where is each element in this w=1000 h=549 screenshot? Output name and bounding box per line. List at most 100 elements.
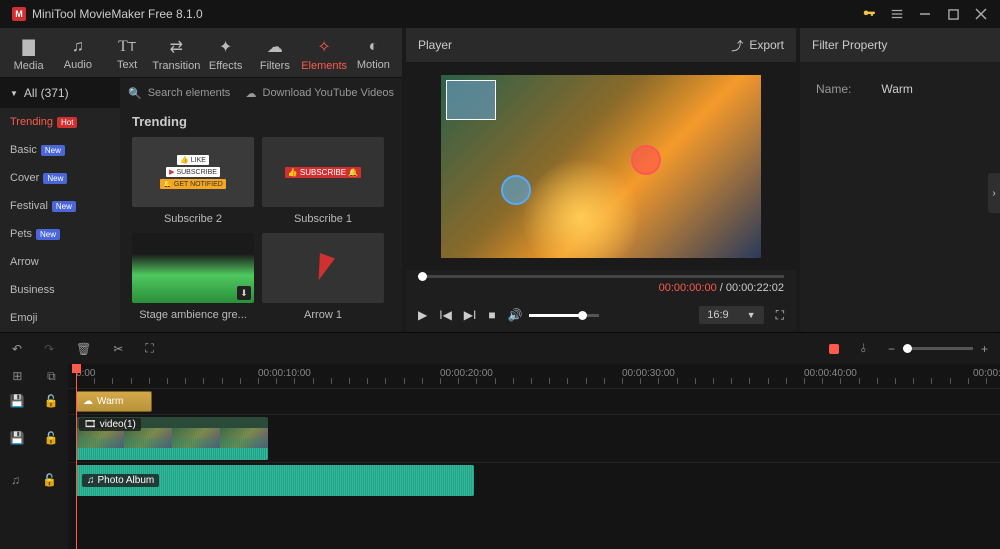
- cat-trending[interactable]: TrendingHot: [0, 108, 120, 136]
- element-thumb: ⬇: [132, 233, 254, 303]
- video-track[interactable]: 🎞video(1): [68, 414, 1000, 462]
- next-frame-icon[interactable]: ▶I: [464, 308, 477, 322]
- clip-filter[interactable]: ☁Warm: [76, 391, 152, 412]
- minimize-icon[interactable]: [918, 7, 932, 21]
- ribbon-effects[interactable]: ✦Effects: [201, 32, 250, 77]
- fullscreen-icon[interactable]: ⛶: [776, 308, 784, 323]
- seek-bar[interactable]: [406, 270, 796, 282]
- text-icon: TT: [118, 38, 136, 56]
- clip-audio[interactable]: ♫Photo Album: [76, 465, 474, 496]
- ribbon-media[interactable]: ▇Media: [4, 32, 53, 77]
- star-icon: ✧: [317, 37, 330, 57]
- arrow-icon: [311, 253, 335, 283]
- player-panel: Player ⤴Export 00:00:00:00 / 00:00:22:02…: [406, 28, 796, 332]
- volume-slider[interactable]: [529, 314, 599, 317]
- play-icon[interactable]: ▶: [418, 308, 427, 322]
- ribbon-motion[interactable]: ◐Motion: [349, 32, 398, 77]
- aspect-select[interactable]: 16:9▼: [699, 306, 763, 324]
- save-icon[interactable]: 💾: [10, 431, 25, 445]
- magnet-icon[interactable]: ⫰: [861, 341, 866, 356]
- download-icon[interactable]: ⬇: [237, 286, 251, 300]
- ribbon-audio[interactable]: ♫Audio: [53, 32, 102, 77]
- folder-icon: ▇: [22, 37, 34, 57]
- element-thumb: 👍LIKE ▶SUBSCRIBE 🔔GET NOTIFIED: [132, 137, 254, 207]
- search-icon: 🔍: [128, 87, 142, 100]
- filter-name-value: Warm: [881, 82, 913, 96]
- cat-cover[interactable]: CoverNew: [0, 164, 120, 192]
- cat-emoji[interactable]: Emoji: [0, 304, 120, 332]
- audio-track[interactable]: ♫Photo Album: [68, 462, 1000, 498]
- ribbon-transition[interactable]: ⇄Transition: [152, 32, 201, 77]
- cloud-download-icon: ☁: [246, 87, 257, 100]
- maximize-icon[interactable]: [946, 7, 960, 21]
- lock-icon[interactable]: 🔓: [44, 431, 59, 445]
- music-icon: ♫: [72, 38, 84, 56]
- cat-festival[interactable]: FestivalNew: [0, 192, 120, 220]
- track-headers: ⊞ ⧉ 💾 🔓 💾 🔓 ♫ 🔓: [0, 364, 68, 549]
- ribbon-text[interactable]: TTText: [103, 32, 152, 77]
- tracks-area[interactable]: 0:00 00:00:10:00 00:00:20:00 00:00:30:00…: [68, 364, 1000, 549]
- lock-icon[interactable]: 🔓: [44, 394, 59, 408]
- cat-pets[interactable]: PetsNew: [0, 220, 120, 248]
- element-thumb: [262, 233, 384, 303]
- clip-video[interactable]: 🎞video(1): [76, 417, 268, 460]
- save-icon[interactable]: 💾: [10, 394, 25, 408]
- category-sidebar: ▼All (371) TrendingHot BasicNew CoverNew…: [0, 78, 120, 332]
- timecode: 00:00:00:00 / 00:00:22:02: [406, 282, 796, 298]
- duplicate-icon[interactable]: ⧉: [47, 369, 56, 384]
- cut-icon[interactable]: ✂: [113, 342, 123, 356]
- zoom-in-icon[interactable]: +: [981, 342, 988, 356]
- element-card[interactable]: ⬇ Stage ambience gre...: [132, 233, 254, 321]
- element-thumb: 👍SUBSCRIBE🔔: [262, 137, 384, 207]
- export-button[interactable]: ⤴Export: [731, 37, 784, 54]
- delete-icon[interactable]: 🗑: [76, 342, 91, 356]
- element-card[interactable]: 👍SUBSCRIBE🔔 Subscribe 1: [262, 137, 384, 225]
- download-youtube-button[interactable]: ☁Download YouTube Videos: [246, 87, 395, 100]
- sparkle-icon: ✦: [219, 37, 232, 57]
- marker-icon[interactable]: [829, 344, 839, 354]
- zoom-out-icon[interactable]: −: [888, 342, 895, 356]
- element-card[interactable]: 👍LIKE ▶SUBSCRIBE 🔔GET NOTIFIED Subscribe…: [132, 137, 254, 225]
- redo-icon[interactable]: ↷: [44, 342, 54, 356]
- video-preview[interactable]: [406, 62, 796, 270]
- category-all[interactable]: ▼All (371): [0, 78, 120, 108]
- add-track-icon[interactable]: ⊞: [12, 369, 22, 383]
- cat-arrow[interactable]: Arrow: [0, 248, 120, 276]
- ribbon-filters[interactable]: ☁Filters: [250, 32, 299, 77]
- film-icon: 🎞: [84, 419, 97, 430]
- title-bar: M MiniTool MovieMaker Free 8.1.0: [0, 0, 1000, 28]
- transition-icon: ⇄: [170, 37, 183, 57]
- undo-icon[interactable]: ↶: [12, 342, 22, 356]
- close-icon[interactable]: [974, 7, 988, 21]
- cat-business[interactable]: Business: [0, 276, 120, 304]
- key-icon[interactable]: [862, 7, 876, 21]
- chevron-down-icon: ▼: [10, 89, 18, 98]
- filter-title: Filter Property: [800, 28, 1000, 62]
- menu-icon[interactable]: [890, 7, 904, 21]
- timeline-toolbar: ↶ ↷ 🗑 ✂ ⛶ ⫰ − +: [0, 332, 1000, 364]
- filter-property-panel: Filter Property Name: Warm: [800, 28, 1000, 332]
- export-icon: ⤴: [731, 37, 743, 54]
- stop-icon[interactable]: ■: [488, 308, 495, 322]
- app-logo-icon: M: [12, 7, 26, 21]
- ribbon: ▇Media ♫Audio TTText ⇄Transition ✦Effect…: [0, 28, 402, 78]
- zoom-slider[interactable]: [903, 347, 973, 350]
- prev-frame-icon[interactable]: I◀: [439, 308, 452, 322]
- music-icon[interactable]: ♫: [11, 473, 20, 487]
- ribbon-elements[interactable]: ✧Elements: [300, 32, 349, 77]
- crop-icon[interactable]: ⛶: [145, 341, 153, 356]
- motion-icon: ◐: [369, 38, 379, 56]
- lock-icon[interactable]: 🔓: [42, 473, 57, 487]
- volume-icon[interactable]: 🔊: [508, 308, 523, 322]
- time-ruler[interactable]: 0:00 00:00:10:00 00:00:20:00 00:00:30:00…: [68, 364, 1000, 388]
- chevron-down-icon: ▼: [747, 310, 756, 320]
- cat-basic[interactable]: BasicNew: [0, 136, 120, 164]
- playhead[interactable]: [76, 364, 77, 549]
- filter-name-label: Name:: [816, 82, 851, 96]
- collapse-panel-icon[interactable]: ›: [988, 173, 1000, 213]
- cloud-icon: ☁: [267, 37, 283, 57]
- search-input[interactable]: 🔍Search elements: [128, 87, 230, 100]
- filter-track[interactable]: ☁Warm: [68, 388, 1000, 414]
- element-card[interactable]: Arrow 1: [262, 233, 384, 321]
- elements-heading: Trending: [120, 108, 402, 135]
